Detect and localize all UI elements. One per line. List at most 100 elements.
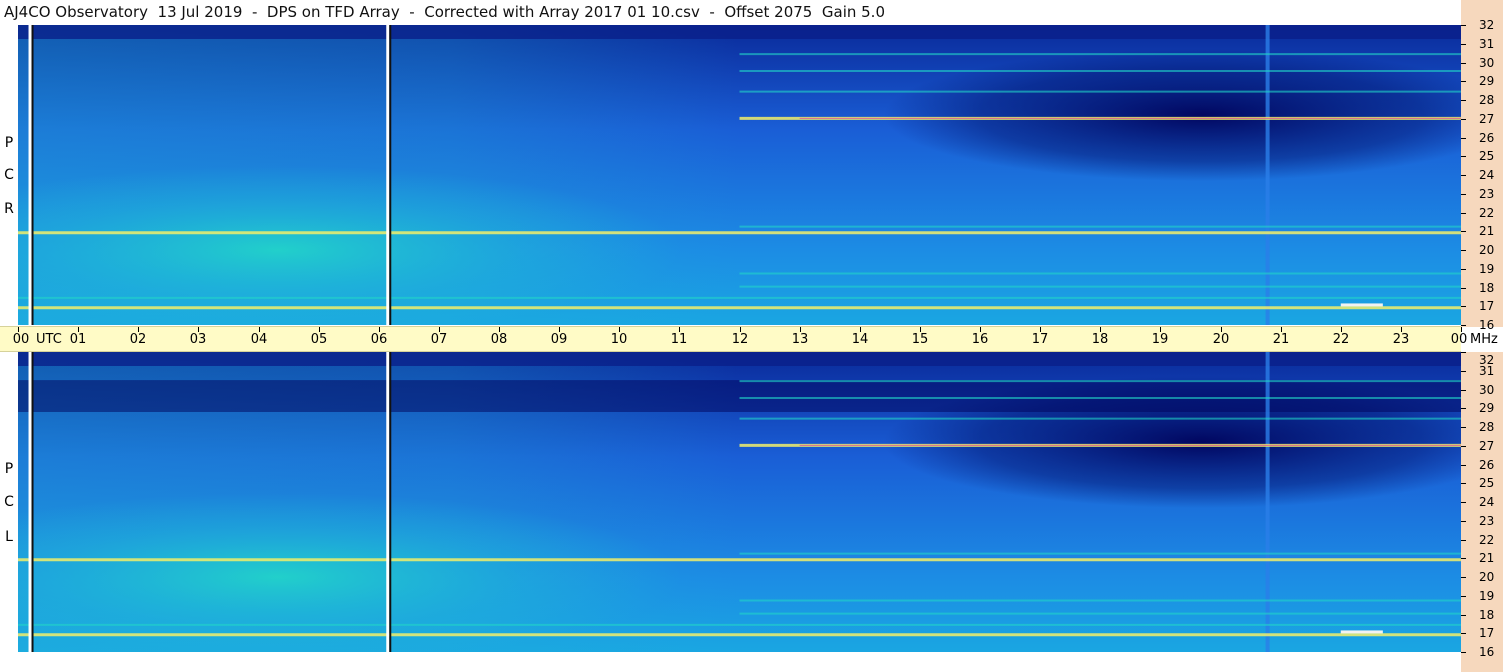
time-tick-label: 06 (370, 332, 388, 347)
freq-tick-label: 19 (1479, 262, 1495, 276)
freq-tick-label: 26 (1479, 131, 1495, 145)
spectrogram-image (18, 352, 1461, 652)
time-tick-label: 07 (430, 332, 448, 347)
interference-line (739, 417, 1461, 420)
time-tick-label: 04 (250, 332, 268, 347)
freq-tick-mark (1461, 446, 1466, 447)
freq-tick-label: 32 (1479, 18, 1495, 32)
freq-tick-label: 28 (1479, 93, 1495, 107)
top-band (18, 25, 1461, 39)
freq-tick-label: 18 (1479, 608, 1495, 622)
freq-tick-label: 27 (1479, 112, 1495, 126)
freq-tick-label: 31 (1479, 364, 1495, 378)
interference-line (18, 558, 1461, 562)
time-tick-label: 23 (1392, 332, 1410, 347)
freq-tick-mark (1461, 306, 1466, 307)
interference-hot-core (799, 444, 1461, 446)
time-tick-label: 03 (189, 332, 207, 347)
interference-line (739, 90, 1461, 93)
rcp-letter-r: R (4, 201, 14, 217)
utc-label: UTC (36, 332, 62, 347)
freq-tick-label: 30 (1479, 383, 1495, 397)
time-tick-label: 05 (310, 332, 328, 347)
freq-tick-mark (1461, 194, 1466, 195)
freq-tick-mark (1461, 156, 1466, 157)
interference-line (18, 623, 1461, 626)
interference-line (739, 612, 1461, 615)
lcp-letter-p: P (4, 461, 14, 477)
interference-line (18, 633, 1461, 637)
freq-tick-label: 26 (1479, 458, 1495, 472)
freq-tick-label: 20 (1479, 243, 1495, 257)
spectrogram-rcp (18, 25, 1461, 325)
freq-tick-mark (1461, 213, 1466, 214)
freq-tick-mark (1461, 250, 1466, 251)
time-tick-label: 10 (610, 332, 628, 347)
freq-tick-label: 31 (1479, 37, 1495, 51)
lcp-letter-l: L (5, 529, 13, 545)
freq-tick-label: 25 (1479, 149, 1495, 163)
interference-line (18, 306, 1461, 310)
freq-tick-mark (1461, 427, 1466, 428)
spectrogram-window: AJ4CO Observatory 13 Jul 2019 - DPS on T… (0, 0, 1503, 672)
top-band (18, 352, 1461, 366)
time-marker-shadow (389, 352, 392, 652)
interference-line (739, 599, 1461, 602)
freq-tick-label: 19 (1479, 589, 1495, 603)
freq-tick-mark (1461, 502, 1466, 503)
freq-tick-mark (1461, 100, 1466, 101)
frequency-axis-lcp: 32 31 30 29 28 27 26 25 24 23 22 21 20 19 18 17 16 (1461, 352, 1503, 672)
freq-tick-label: 23 (1479, 187, 1495, 201)
freq-tick-mark (1461, 390, 1466, 391)
time-tick-label: 08 (490, 332, 508, 347)
freq-tick-mark (1461, 44, 1466, 45)
interference-line (739, 272, 1461, 275)
rcp-letter-p: P (4, 135, 14, 151)
freq-tick-mark (1461, 408, 1466, 409)
freq-tick-label: 25 (1479, 476, 1495, 490)
freq-tick-mark (1461, 231, 1466, 232)
time-tick-label: 02 (129, 332, 147, 347)
freq-tick-label: 18 (1479, 281, 1495, 295)
freq-tick-label: 28 (1479, 420, 1495, 434)
time-marker-line (28, 352, 32, 652)
freq-tick-mark (1461, 371, 1466, 372)
freq-tick-mark (1461, 596, 1466, 597)
time-tick-label: 16 (971, 332, 989, 347)
time-tick-label: 01 (69, 332, 87, 347)
time-marker-shadow (31, 25, 34, 325)
freq-tick-mark (1461, 175, 1466, 176)
freq-tick-mark (1461, 269, 1466, 270)
interference-line (739, 225, 1461, 228)
time-tick-label: 14 (851, 332, 869, 347)
freq-tick-mark (1461, 558, 1466, 559)
time-marker-shadow (389, 25, 392, 325)
spectrogram-image (18, 25, 1461, 325)
spectrogram-lcp (18, 352, 1461, 652)
time-tick-label: 19 (1151, 332, 1169, 347)
time-tick-label: 20 (1212, 332, 1230, 347)
freq-tick-label: 22 (1479, 533, 1495, 547)
freq-tick-mark (1461, 521, 1466, 522)
interference-line (18, 231, 1461, 235)
freq-tick-mark (1461, 81, 1466, 82)
time-tick-label: 17 (1031, 332, 1049, 347)
freq-tick-mark (1461, 119, 1466, 120)
interference-line (18, 296, 1461, 299)
interference-line (739, 70, 1461, 72)
freq-tick-mark (1461, 288, 1466, 289)
time-tick-label: 22 (1332, 332, 1350, 347)
freq-tick-mark (1461, 352, 1466, 353)
freq-tick-label: 16 (1479, 318, 1495, 332)
freq-tick-mark (1461, 138, 1466, 139)
freq-tick-mark (1461, 63, 1466, 64)
time-tick-label: 00 (12, 332, 30, 347)
time-tick-label: 11 (670, 332, 688, 347)
freq-tick-mark (1461, 465, 1466, 466)
time-tick-label: 00 (1450, 332, 1468, 347)
freq-tick-label: 24 (1479, 495, 1495, 509)
frequency-axis-rcp: 32 31 30 29 28 27 26 25 24 23 22 21 20 19 18 17 16 (1461, 0, 1503, 331)
freq-tick-mark (1461, 25, 1466, 26)
interference-line (739, 397, 1461, 399)
chart-title: AJ4CO Observatory 13 Jul 2019 - DPS on T… (4, 3, 885, 21)
